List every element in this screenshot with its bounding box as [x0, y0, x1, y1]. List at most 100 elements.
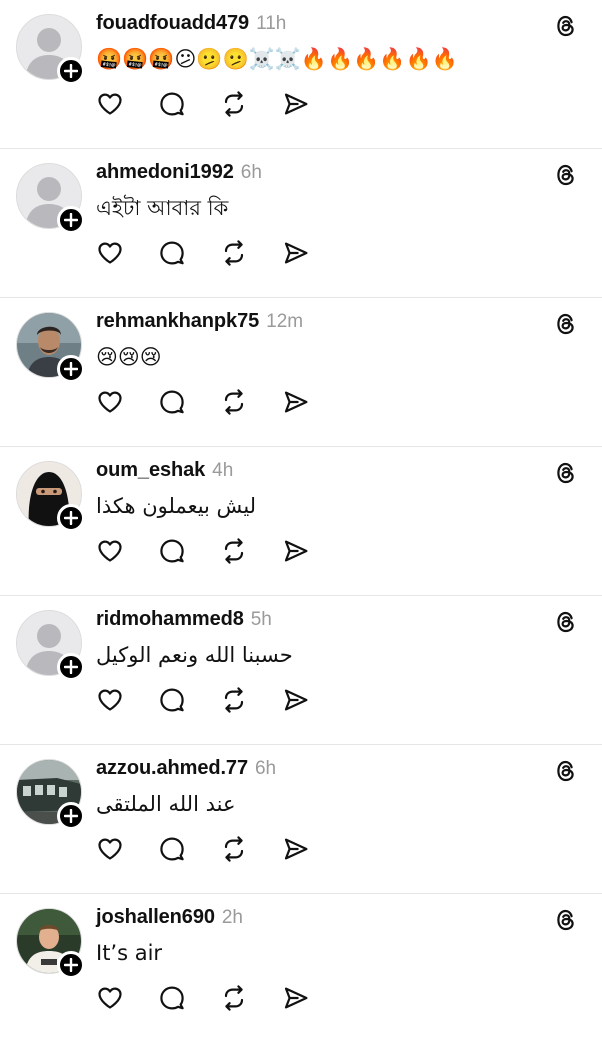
avatar-container[interactable] [16, 908, 85, 979]
plus-icon [64, 809, 78, 823]
repost-button[interactable] [220, 835, 248, 863]
avatar-container[interactable] [16, 163, 85, 234]
username[interactable]: azzou.ahmed.77 [96, 757, 248, 780]
heart-icon [98, 242, 122, 264]
like-button[interactable] [96, 90, 124, 118]
share-button[interactable] [282, 686, 310, 714]
follow-button[interactable] [57, 355, 85, 383]
action-bar [96, 388, 344, 416]
threads-logo-icon[interactable] [554, 311, 578, 337]
avatar-container[interactable] [16, 14, 85, 85]
avatar-container[interactable] [16, 610, 85, 681]
username[interactable]: rehmankhanpk75 [96, 310, 259, 333]
reply-button[interactable] [158, 388, 186, 416]
threads-logo-icon[interactable] [554, 609, 578, 635]
repost-button[interactable] [220, 239, 248, 267]
reply-button[interactable] [158, 537, 186, 565]
follow-button[interactable] [57, 653, 85, 681]
post-header: azzou.ahmed.77 6h [96, 757, 276, 783]
heart-icon [98, 838, 122, 860]
username[interactable]: ahmedoni1992 [96, 161, 234, 184]
repost-button[interactable] [220, 686, 248, 714]
send-icon [284, 242, 308, 264]
plus-icon [64, 511, 78, 525]
reply-button[interactable] [158, 90, 186, 118]
threads-logo-icon[interactable] [554, 758, 578, 784]
send-icon [284, 838, 308, 860]
plus-icon [64, 362, 78, 376]
timestamp: 6h [240, 162, 262, 183]
reply-post: azzou.ahmed.77 6h عند الله الملتقى [0, 745, 602, 894]
follow-button[interactable] [57, 951, 85, 979]
action-bar [96, 984, 344, 1012]
share-button[interactable] [282, 239, 310, 267]
send-icon [284, 540, 308, 562]
repost-button[interactable] [220, 537, 248, 565]
username[interactable]: oum_eshak [96, 459, 205, 482]
follow-button[interactable] [57, 57, 85, 85]
repost-icon [224, 240, 244, 266]
reply-post: ahmedoni1992 6h এইটা আবার কি [0, 149, 602, 298]
reply-button[interactable] [158, 686, 186, 714]
share-button[interactable] [282, 835, 310, 863]
timestamp: 5h [250, 609, 272, 630]
post-header: ridmohammed8 5h [96, 608, 272, 634]
comment-bubble-icon [160, 241, 184, 265]
share-button[interactable] [282, 984, 310, 1012]
send-icon [284, 93, 308, 115]
reply-post: oum_eshak 4h ليش بيعملون هكذا [0, 447, 602, 596]
reply-post: fouadfouadd479 11h 🤬🤬🤬😕🫤🫤☠️☠️🔥🔥🔥🔥🔥🔥 [0, 0, 602, 149]
threads-logo-icon[interactable] [554, 162, 578, 188]
plus-icon [64, 660, 78, 674]
repost-button[interactable] [220, 90, 248, 118]
username[interactable]: joshallen690 [96, 906, 215, 929]
reply-button[interactable] [158, 239, 186, 267]
post-header: ahmedoni1992 6h [96, 161, 262, 187]
post-header: fouadfouadd479 11h [96, 12, 286, 38]
like-button[interactable] [96, 686, 124, 714]
reply-post: joshallen690 2h It’s air [0, 894, 602, 1043]
follow-button[interactable] [57, 206, 85, 234]
send-icon [284, 987, 308, 1009]
like-button[interactable] [96, 984, 124, 1012]
timestamp: 2h [221, 907, 243, 928]
action-bar [96, 835, 344, 863]
like-button[interactable] [96, 537, 124, 565]
threads-logo-icon[interactable] [554, 13, 578, 39]
repost-button[interactable] [220, 388, 248, 416]
like-button[interactable] [96, 835, 124, 863]
like-button[interactable] [96, 388, 124, 416]
reply-text: 🤬🤬🤬😕🫤🫤☠️☠️🔥🔥🔥🔥🔥🔥 [96, 47, 458, 71]
action-bar [96, 686, 344, 714]
follow-button[interactable] [57, 504, 85, 532]
username[interactable]: ridmohammed8 [96, 608, 244, 631]
avatar-container[interactable] [16, 461, 85, 532]
share-button[interactable] [282, 537, 310, 565]
threads-logo-icon[interactable] [554, 460, 578, 486]
like-button[interactable] [96, 239, 124, 267]
timestamp: 12m [266, 311, 304, 332]
threads-logo-icon[interactable] [554, 907, 578, 933]
share-button[interactable] [282, 90, 310, 118]
follow-button[interactable] [57, 802, 85, 830]
comment-bubble-icon [160, 92, 184, 116]
username[interactable]: fouadfouadd479 [96, 12, 249, 35]
reply-post: rehmankhanpk75 12m 😢😢😢 [0, 298, 602, 447]
plus-icon [64, 64, 78, 78]
action-bar [96, 90, 344, 118]
reply-button[interactable] [158, 984, 186, 1012]
repost-icon [224, 985, 244, 1011]
action-bar [96, 239, 344, 267]
avatar-container[interactable] [16, 759, 85, 830]
reply-text: It’s air [96, 941, 163, 965]
heart-icon [98, 391, 122, 413]
avatar-container[interactable] [16, 312, 85, 383]
share-button[interactable] [282, 388, 310, 416]
reply-button[interactable] [158, 835, 186, 863]
repost-button[interactable] [220, 984, 248, 1012]
heart-icon [98, 540, 122, 562]
comment-bubble-icon [160, 539, 184, 563]
comment-bubble-icon [160, 837, 184, 861]
heart-icon [98, 689, 122, 711]
replies-feed: fouadfouadd479 11h 🤬🤬🤬😕🫤🫤☠️☠️🔥🔥🔥🔥🔥🔥 ahme… [0, 0, 602, 1043]
